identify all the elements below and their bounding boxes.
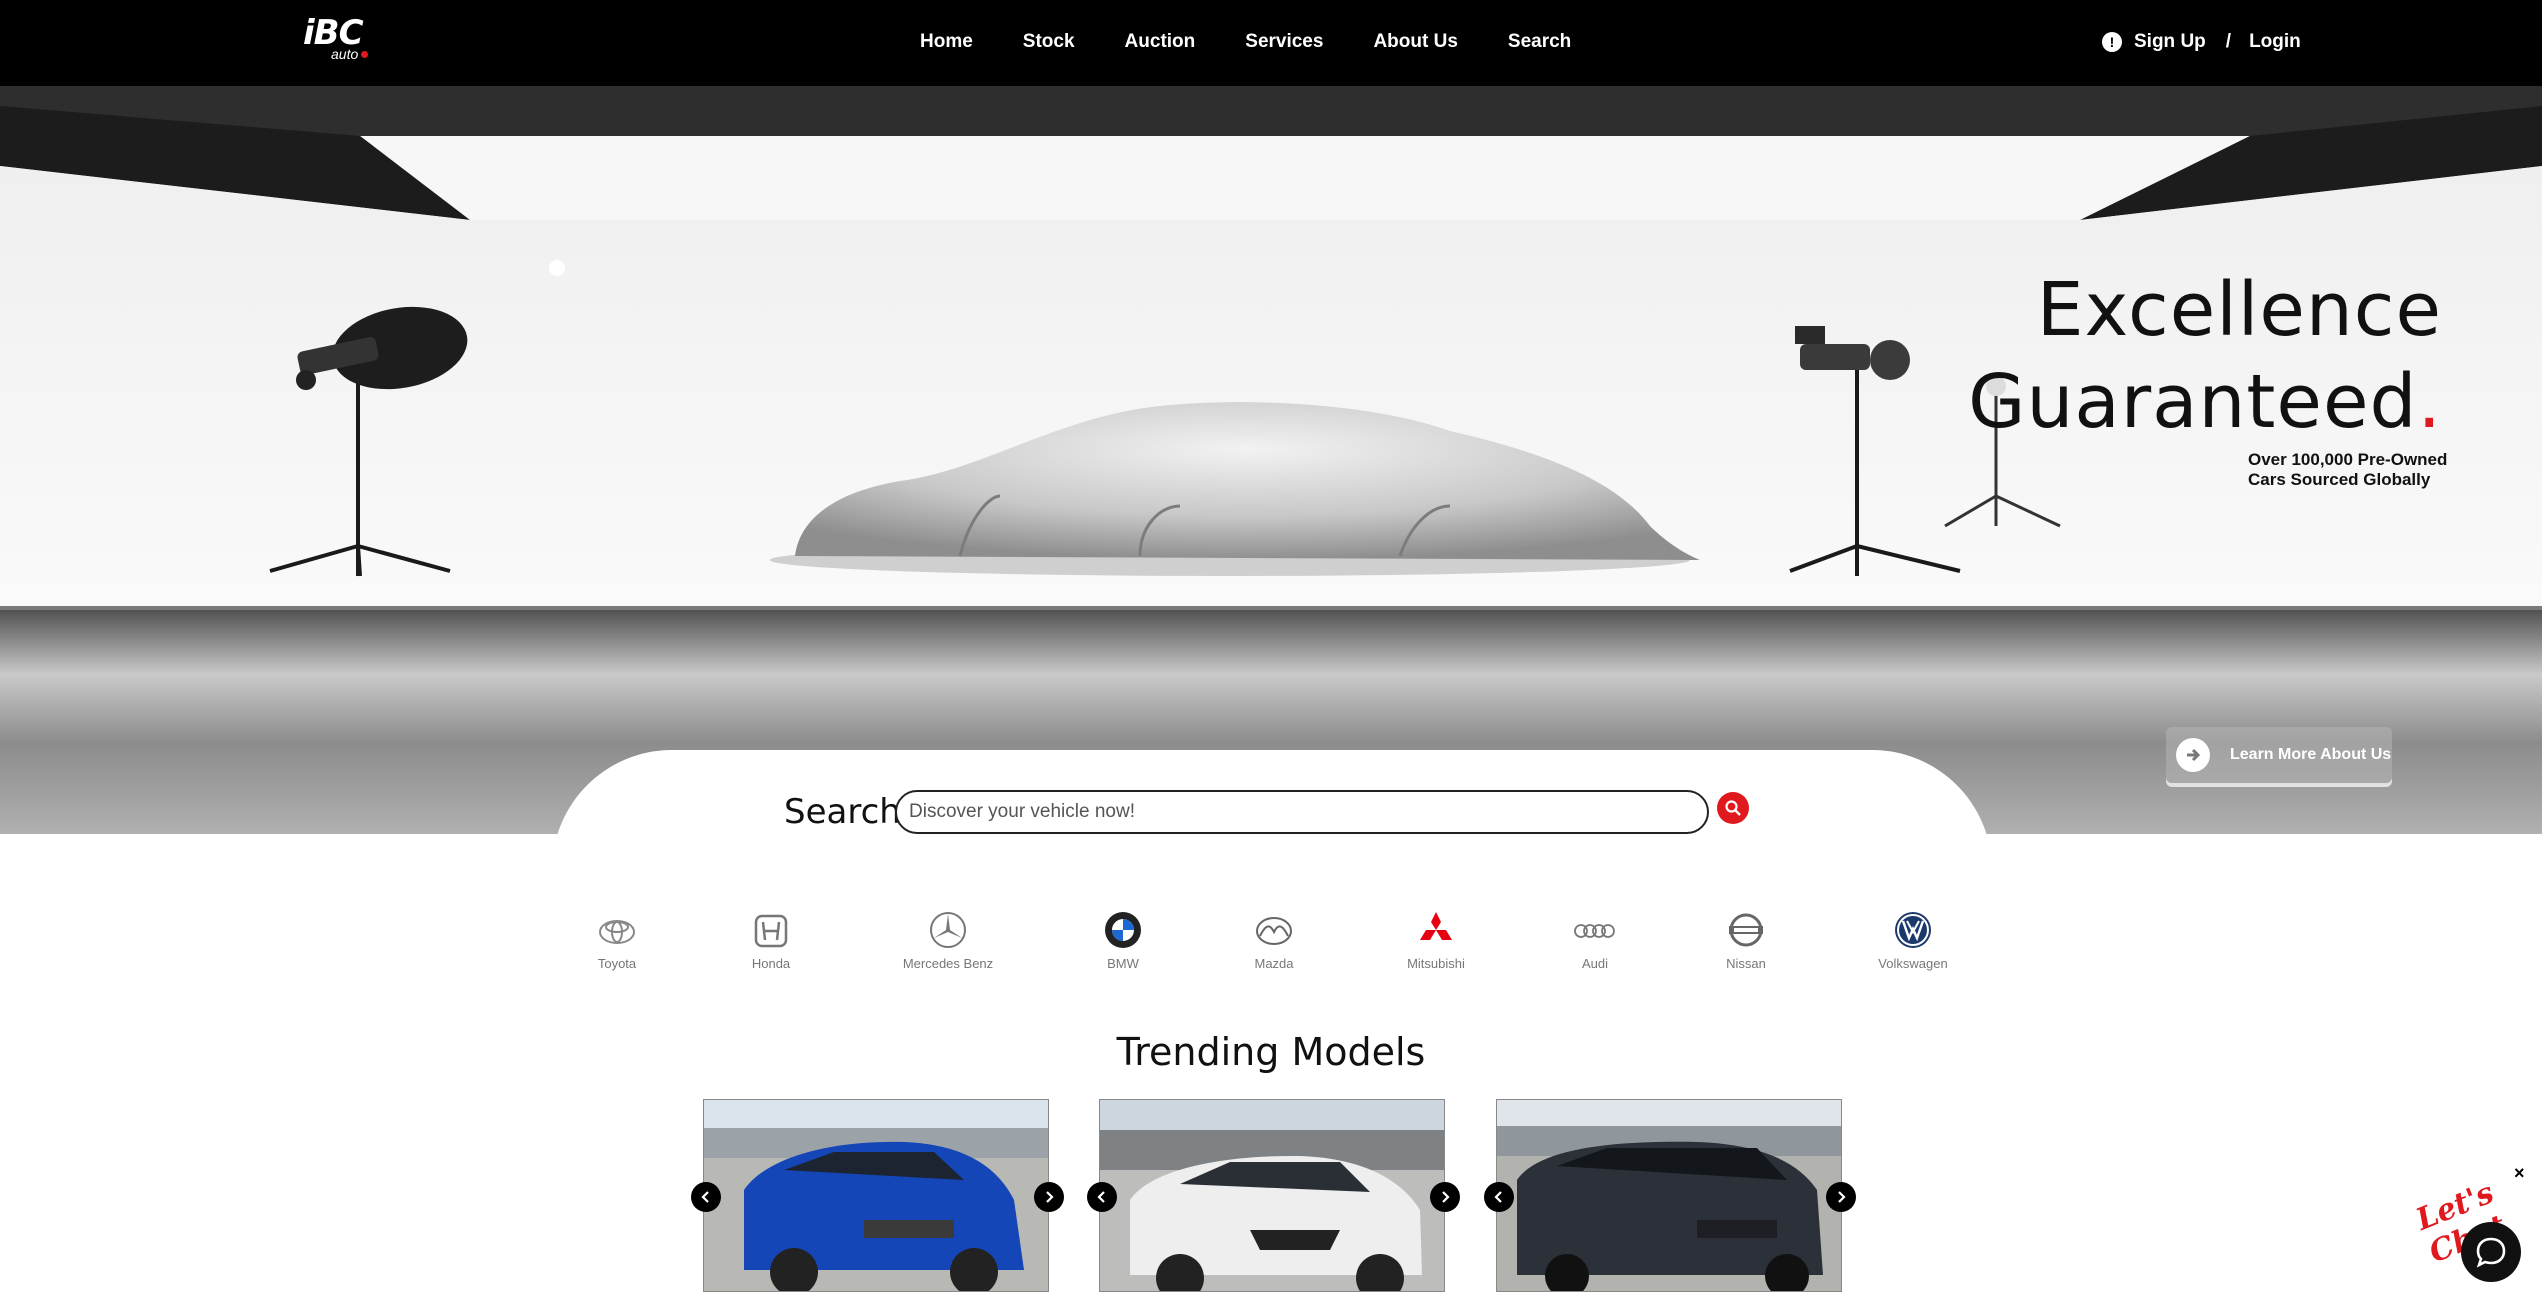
ibc-auto-logo[interactable]: iBC auto xyxy=(303,16,373,62)
top-navbar: iBC auto Home Stock Auction Services Abo… xyxy=(0,0,2542,86)
trending-card-1[interactable] xyxy=(703,1099,1049,1292)
chevron-left-icon xyxy=(701,1191,709,1203)
search-submit-button[interactable] xyxy=(1717,792,1749,824)
brand-volkswagen[interactable]: Volkswagen xyxy=(1853,910,1973,971)
hero-banner: Excellence Guaranteed. Over 100,000 Pre-… xyxy=(0,86,2542,834)
chevron-right-icon xyxy=(1442,1191,1450,1203)
brand-mercedes-benz[interactable]: Mercedes Benz xyxy=(888,910,1008,971)
auth-links: ! Sign Up / Login xyxy=(2102,28,2301,56)
search-label: Search xyxy=(784,792,901,832)
nav-about-us[interactable]: About Us xyxy=(1373,28,1457,56)
trending-card-2[interactable] xyxy=(1099,1099,1445,1292)
auth-separator: / xyxy=(2225,31,2232,52)
card-2-next-button[interactable] xyxy=(1430,1182,1460,1212)
learn-more-button[interactable]: Learn More About Us xyxy=(2166,727,2392,783)
login-link[interactable]: Login xyxy=(2249,31,2301,53)
card-3-prev-button[interactable] xyxy=(1484,1182,1514,1212)
dark-car-photo xyxy=(1497,1100,1841,1291)
blue-car-photo xyxy=(704,1100,1048,1291)
nav-auction[interactable]: Auction xyxy=(1125,28,1196,56)
mazda-logo-icon xyxy=(1256,917,1292,945)
chat-bubble-icon xyxy=(2476,1237,2506,1268)
card-1-next-button[interactable] xyxy=(1034,1182,1064,1212)
volkswagen-logo-icon xyxy=(1895,912,1931,948)
main-nav: Home Stock Auction Services About Us Sea… xyxy=(920,28,1621,56)
arrow-right-icon xyxy=(2176,738,2210,772)
hero-headline: Excellence Guaranteed. xyxy=(1968,267,2442,445)
chat-open-button[interactable] xyxy=(2461,1222,2521,1282)
mitsubishi-logo-icon xyxy=(1420,912,1452,940)
brand-honda[interactable]: Honda xyxy=(711,910,831,971)
brand-mazda[interactable]: Mazda xyxy=(1214,910,1334,971)
toyota-logo-icon xyxy=(599,920,635,944)
audi-logo-icon xyxy=(1574,924,1615,938)
card-1-prev-button[interactable] xyxy=(691,1182,721,1212)
card-3-next-button[interactable] xyxy=(1826,1182,1856,1212)
nissan-logo-icon xyxy=(1729,913,1763,947)
chevron-left-icon xyxy=(1097,1191,1105,1203)
brand-audi[interactable]: Audi xyxy=(1535,910,1655,971)
bmw-logo-icon xyxy=(1105,912,1141,948)
info-icon: ! xyxy=(2102,32,2122,52)
brand-bmw[interactable]: BMW xyxy=(1063,910,1183,971)
chevron-left-icon xyxy=(1494,1191,1502,1203)
card-2-prev-button[interactable] xyxy=(1087,1182,1117,1212)
trending-card-3[interactable] xyxy=(1496,1099,1842,1292)
brand-mitsubishi[interactable]: Mitsubishi xyxy=(1376,910,1496,971)
honda-logo-icon xyxy=(754,914,788,948)
vehicle-search-input[interactable] xyxy=(895,790,1709,834)
nav-search[interactable]: Search xyxy=(1508,28,1571,56)
nav-stock[interactable]: Stock xyxy=(1023,28,1075,56)
sign-up-link[interactable]: Sign Up xyxy=(2134,31,2206,53)
chevron-right-icon xyxy=(1838,1191,1846,1203)
trending-models-heading: Trending Models xyxy=(1116,1030,1426,1074)
brand-nissan[interactable]: Nissan xyxy=(1686,910,1806,971)
hero-subline: Over 100,000 Pre-Owned Cars Sourced Glob… xyxy=(2248,450,2448,489)
mercedes-logo-icon xyxy=(930,912,966,948)
nav-services[interactable]: Services xyxy=(1245,28,1323,56)
brand-toyota[interactable]: Toyota xyxy=(557,910,677,971)
studio-scene-image xyxy=(0,86,2542,834)
chevron-right-icon xyxy=(1046,1191,1054,1203)
white-suv-photo xyxy=(1100,1100,1444,1291)
search-icon xyxy=(1725,800,1741,816)
nav-home[interactable]: Home xyxy=(920,28,973,56)
